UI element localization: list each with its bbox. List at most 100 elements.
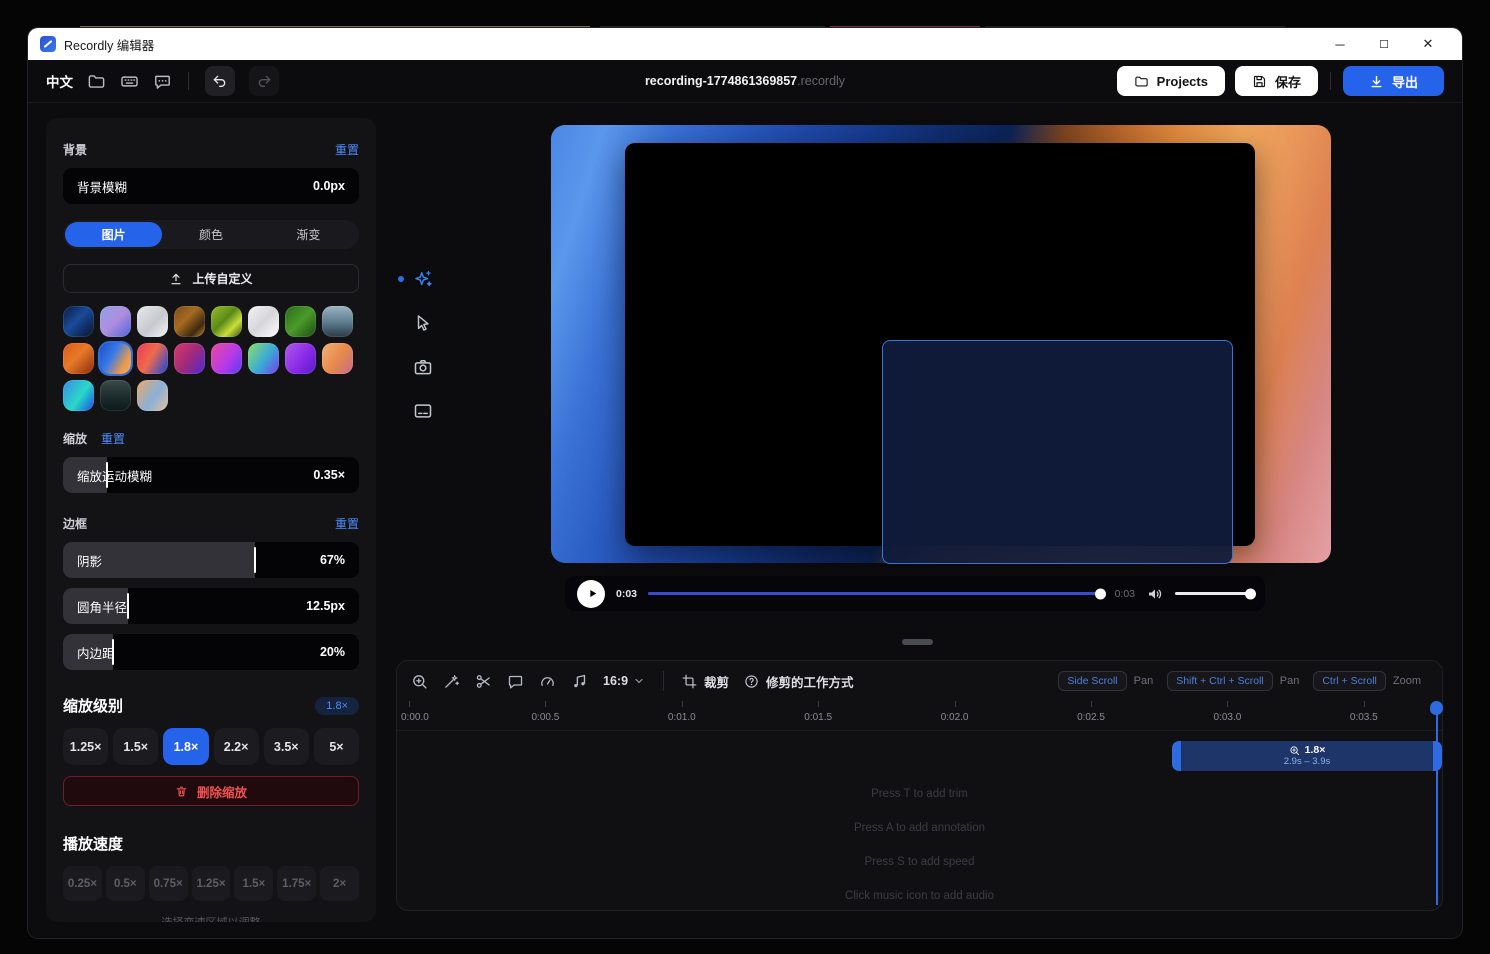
recorded-screen[interactable] [625, 143, 1255, 546]
zoom-in-icon[interactable] [411, 673, 428, 690]
undo-button[interactable] [205, 66, 235, 96]
cursor-icon[interactable] [413, 313, 433, 333]
playhead-line [1436, 703, 1438, 905]
speed-option-0.5×[interactable]: 0.5× [106, 866, 145, 901]
background-thumbnail-red-blue-bigsur[interactable] [137, 343, 168, 374]
background-thumbnail-mountain-lake[interactable] [322, 306, 353, 337]
minimize-button[interactable]: ─ [1318, 29, 1362, 59]
speed-option-2×[interactable]: 2× [320, 866, 359, 901]
border-slider-0[interactable]: 阴影67% [63, 542, 359, 578]
redo-button[interactable] [249, 66, 279, 96]
background-thumbnail-orange-blue-soft[interactable] [137, 380, 168, 411]
music-icon[interactable] [571, 673, 588, 690]
seek-handle[interactable] [1095, 588, 1106, 599]
zoom-segment-left-handle[interactable] [1172, 741, 1181, 771]
ai-effects-tool[interactable] [413, 269, 433, 289]
delete-zoom-button[interactable]: 删除缩放 [63, 776, 359, 806]
timeline-panel: 16:9 裁剪 修剪的工作方式 Side ScrollPanShift + Ct… [396, 660, 1443, 911]
keyboard-icon[interactable] [120, 72, 139, 91]
timeline-resize-handle[interactable] [902, 639, 933, 645]
background-thumbnail-white-swirl[interactable] [248, 306, 279, 337]
caption-card-icon[interactable] [413, 401, 433, 421]
cursor-tool[interactable] [413, 313, 433, 333]
speed-option-1.5×[interactable]: 1.5× [234, 866, 273, 901]
language-button[interactable]: 中文 [46, 71, 73, 91]
export-button[interactable]: 导出 [1343, 66, 1444, 96]
background-thumbnail-snow-landscape[interactable] [137, 306, 168, 337]
zoom-segment[interactable]: 1.8× 2.9s – 3.9s [1172, 741, 1442, 771]
ruler-label: 0:02.5 [1077, 712, 1105, 723]
zoom-level-option-5×[interactable]: 5× [314, 728, 359, 765]
upload-custom-button[interactable]: 上传自定义 [63, 264, 359, 293]
background-thumbnail-dark-mountains[interactable] [100, 380, 131, 411]
border-slider-2[interactable]: 内边距20% [63, 634, 359, 670]
background-thumbnail-green-blue-sonoma[interactable] [248, 343, 279, 374]
zoom-reset-link[interactable]: 重置 [101, 430, 125, 447]
zoom-level-option-1.25×[interactable]: 1.25× [63, 728, 108, 765]
zoom-level-option-3.5×[interactable]: 3.5× [264, 728, 309, 765]
background-section-header: 背景 重置 [63, 141, 359, 158]
speed-option-0.75×[interactable]: 0.75× [149, 866, 188, 901]
speed-gauge-icon[interactable] [539, 673, 556, 690]
camera-tool[interactable] [413, 357, 433, 377]
background-thumbnail-violet-gradient[interactable] [285, 343, 316, 374]
save-button[interactable]: 保存 [1235, 66, 1318, 96]
zoom-motion-blur-slider[interactable]: 缩放运动模糊 0.35× [63, 457, 359, 493]
zoom-level-option-1.5×[interactable]: 1.5× [113, 728, 158, 765]
projects-button[interactable]: Projects [1117, 66, 1225, 96]
background-thumbnail-orange-tan-gradient[interactable] [322, 343, 353, 374]
volume-icon[interactable] [1146, 585, 1164, 603]
timeline-tracks[interactable]: 1.8× 2.9s – 3.9s Press T to add trimPres… [397, 731, 1442, 908]
volume-slider[interactable] [1175, 592, 1253, 595]
background-blur-slider[interactable]: 背景模糊 0.0px [63, 168, 359, 204]
window-controls: ─ ☐ ✕ [1318, 29, 1450, 59]
background-thumbnail-purple-blue-gradient[interactable] [100, 306, 131, 337]
divider [188, 72, 189, 90]
zoom-level-option-2.2×[interactable]: 2.2× [214, 728, 259, 765]
timeline-ruler[interactable]: 0:00.00:00.50:01.00:01.50:02.00:02.50:03… [397, 701, 1442, 731]
aspect-ratio-dropdown[interactable]: 16:9 [603, 674, 645, 688]
border-slider-1[interactable]: 圆角半径12.5px [63, 588, 359, 624]
folder-icon[interactable] [87, 72, 106, 91]
magic-wand-icon[interactable] [443, 673, 460, 690]
volume-handle[interactable] [1245, 588, 1256, 599]
zoom-selection-region[interactable] [882, 340, 1233, 564]
tab-渐变[interactable]: 渐变 [260, 222, 357, 247]
background-thumbnail-green-bamboo[interactable] [285, 306, 316, 337]
background-thumbnail-red-purple-gradient[interactable] [174, 343, 205, 374]
background-thumbnail-blue-orange-gradient[interactable] [100, 343, 131, 374]
maximize-button[interactable]: ☐ [1362, 29, 1406, 59]
speed-option-1.75×[interactable]: 1.75× [277, 866, 316, 901]
crop-button[interactable]: 裁剪 [682, 672, 729, 691]
background-thumbnail-dark-blue-abstract[interactable] [63, 306, 94, 337]
project-filename: recording-1774861369857.recordly [645, 74, 845, 88]
border-reset-link[interactable]: 重置 [335, 515, 359, 532]
close-button[interactable]: ✕ [1406, 29, 1450, 59]
tab-颜色[interactable]: 颜色 [162, 222, 259, 247]
speed-option-1.25×[interactable]: 1.25× [192, 866, 231, 901]
ruler-label: 0:01.0 [668, 712, 696, 723]
background-thumbnail-green-yellow-abstract[interactable] [211, 306, 242, 337]
annotation-icon[interactable] [507, 673, 524, 690]
comment-icon[interactable] [153, 72, 172, 91]
tab-图片[interactable]: 图片 [65, 222, 162, 247]
scissors-icon[interactable] [475, 673, 492, 690]
speed-option-0.25×[interactable]: 0.25× [63, 866, 102, 901]
zoom-level-option-1.8×[interactable]: 1.8× [163, 728, 208, 765]
help-icon [744, 674, 759, 689]
background-reset-link[interactable]: 重置 [335, 141, 359, 158]
sparkle-icon[interactable] [413, 269, 433, 289]
trim-help-button[interactable]: 修剪的工作方式 [744, 672, 854, 691]
zoom-level-options: 1.25×1.5×1.8×2.2×3.5×5× [63, 728, 359, 765]
background-thumbnail-orange-flower[interactable] [63, 343, 94, 374]
header-right-tools: Projects 保存 导出 [1117, 66, 1444, 96]
play-button[interactable] [577, 580, 605, 608]
background-thumbnail-blue-teal-gradient[interactable] [63, 380, 94, 411]
camera-icon[interactable] [413, 357, 433, 377]
caption-card-tool[interactable] [413, 401, 433, 421]
background-thumbnail-autumn-field[interactable] [174, 306, 205, 337]
background-thumbnail-pink-violet-gradient[interactable] [211, 343, 242, 374]
video-preview-canvas[interactable] [551, 125, 1331, 563]
seek-bar[interactable] [648, 592, 1104, 595]
timeline-hint: Press S to add speed [397, 856, 1442, 868]
